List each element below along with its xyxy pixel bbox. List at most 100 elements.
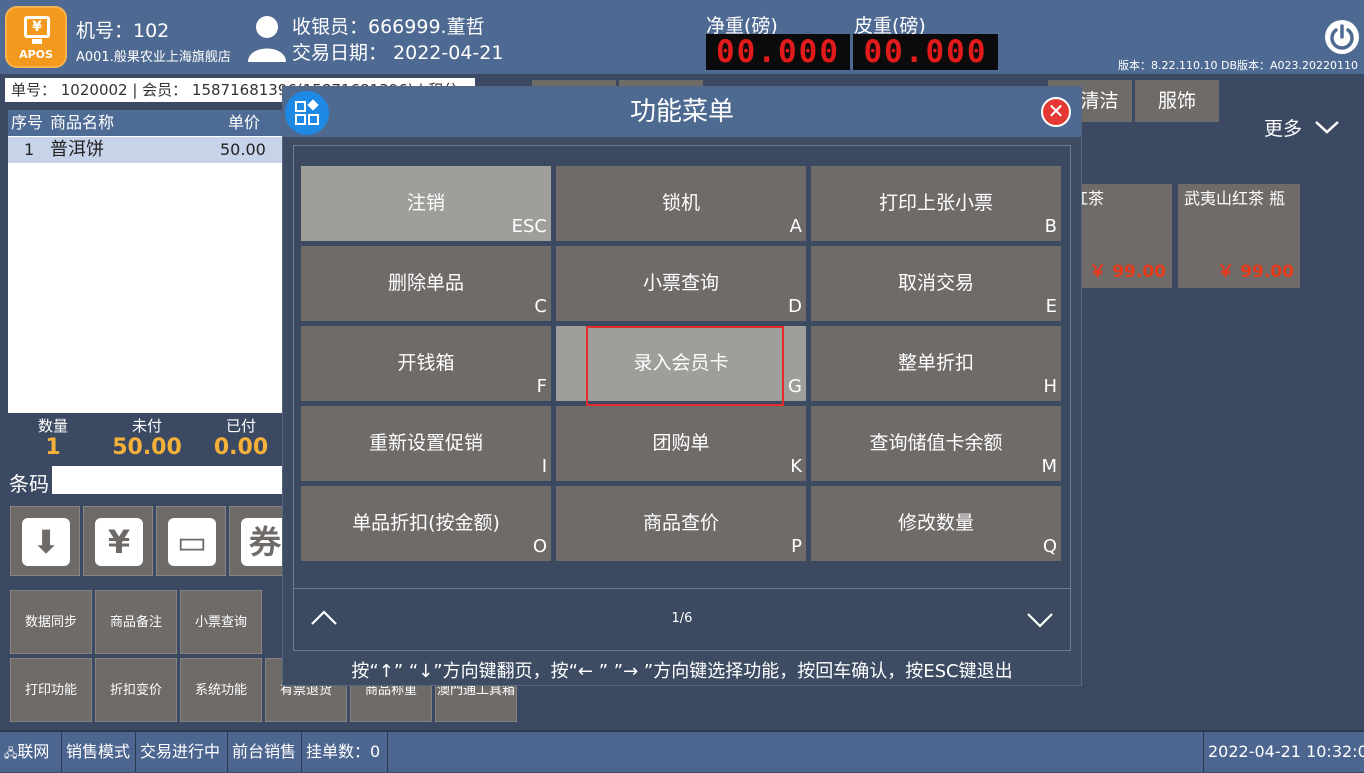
store-name: A001.般果农业上海旗舰店 [76,50,231,65]
order-table-header: 序号 商品名称 单价 [8,110,308,136]
menu-item-shortcut: G [788,376,802,397]
menu-item-shortcut: P [791,536,802,557]
apos-logo: ¥ APOS [5,6,67,68]
close-button[interactable]: ✕ [1041,97,1071,127]
more-label: 更多 [1264,118,1303,140]
logo-text: APOS [19,48,53,61]
menu-item-d[interactable]: 小票查询 D [556,246,806,321]
menu-item-label: 重新设置促销 [368,432,483,454]
menu-item-q[interactable]: 修改数量 Q [811,486,1061,561]
product-name: 武夷山红茶 瓶 [1184,189,1286,208]
menu-item-shortcut: D [788,296,802,317]
machine-number: 机号：102 [76,20,170,42]
menu-item-label: 取消交易 [897,272,974,294]
func-discount-price[interactable]: 折扣变价 [95,658,177,722]
menu-item-label: 单品折扣(按金额) [352,512,500,534]
func-receipt-query[interactable]: 小票查询 [180,590,262,654]
order-totals: 数量 1 未付 50.00 已付 0.00 [8,413,298,463]
menu-item-shortcut: C [534,296,547,317]
product-tile[interactable]: 武夷山红茶 瓶 ￥ 99.00 [1178,184,1300,288]
unpaid-label: 未付 [131,417,162,435]
yen-icon: ¥ [95,518,143,566]
network-label: 联网 [17,742,50,761]
col-price: 单价 [228,113,261,132]
status-trade-state: 交易进行中 [136,732,228,772]
menu-item-shortcut: A [789,216,802,237]
user-icon [248,16,286,62]
menu-item-label: 开钱箱 [397,352,455,374]
order-table: 1 普洱饼 50.00 [8,136,308,413]
func-product-note[interactable]: 商品备注 [95,590,177,654]
dialog-title-bar: 功能菜单 ✕ [283,87,1081,137]
menu-item-e[interactable]: 取消交易 E [811,246,1061,321]
menu-item-shortcut: K [790,456,802,477]
product-price: ￥ 99.00 [1089,262,1166,282]
qty-label: 数量 [37,417,68,435]
unpaid-value: 50.00 [112,435,182,460]
dialog-hint: 按“↑” “↓”方向键翻页，按“← ” ”→ ”方向键选择功能，按回车确认，按E… [351,661,1013,682]
menu-item-shortcut: O [532,536,547,557]
category-tab-apparel[interactable]: 服饰 [1135,80,1219,122]
menu-item-shortcut: B [1044,216,1057,237]
menu-item-h[interactable]: 整单折扣 H [811,326,1061,401]
col-index: 序号 [11,113,44,132]
menu-item-o[interactable]: 单品折扣(按金额) O [301,486,551,561]
menu-item-label: 修改数量 [897,512,974,534]
more-categories[interactable]: 更多 [1264,114,1340,141]
menu-item-k[interactable]: 团购单 K [556,406,806,481]
function-grid: 注销 ESC 锁机 A 打印上张小票 B 删除单品 C 小票查询 D 取消交易 E 开钱箱 F 录入会员卡 G… [301,166,1065,566]
tare-weight-display: 00.000 [853,34,998,70]
menu-item-esc[interactable]: 注销 ESC [301,166,551,241]
menu-item-i[interactable]: 重新设置促销 I [301,406,551,481]
qty-value: 1 [45,435,61,460]
menu-item-f[interactable]: 开钱箱 F [301,326,551,401]
chevron-down-icon[interactable] [1026,611,1054,629]
trade-date-label: 交易日期： 2022-04-21 [292,42,504,64]
menu-item-label: 商品查价 [642,512,719,534]
row-name: 普洱饼 [50,139,104,160]
status-mode: 销售模式 [62,732,136,772]
menu-item-p[interactable]: 商品查价 P [556,486,806,561]
menu-item-b[interactable]: 打印上张小票 B [811,166,1061,241]
menu-item-label: 打印上张小票 [878,192,993,214]
table-row[interactable]: 1 普洱饼 50.00 [8,137,308,163]
status-network: 🖧联网 [0,732,62,772]
menu-item-shortcut: I [541,456,547,477]
menu-item-shortcut: Q [1042,536,1057,557]
paid-label: 已付 [225,417,256,435]
col-name: 商品名称 [50,113,115,132]
barcode-input[interactable] [52,466,292,494]
barcode-label: 条码 [9,472,49,496]
monitor-stand-icon [32,39,42,44]
download-icon: ⬇ [22,518,70,566]
row-index: 1 [24,140,35,159]
network-icon: 🖧 [4,746,18,760]
page-indicator: 1/6 [671,611,693,626]
function-menu-dialog: 功能菜单 ✕ 注销 ESC 锁机 A 打印上张小票 B 删除单品 C 小票查询 D 取消交易 E 开钱箱… [282,86,1082,686]
menu-item-label: 删除单品 [387,272,464,294]
menu-item-shortcut: M [1041,456,1057,477]
pay-button-card[interactable]: ▭ [156,506,226,576]
status-hold-count: 挂单数：0 [302,732,388,772]
menu-item-label: 整单折扣 [897,352,974,374]
menu-item-a[interactable]: 锁机 A [556,166,806,241]
row-price: 50.00 [220,140,266,159]
pay-button-download[interactable]: ⬇ [10,506,80,576]
chevron-down-icon [1315,121,1339,134]
dialog-title: 功能菜单 [629,97,734,127]
func-print[interactable]: 打印功能 [10,658,92,722]
menu-item-label: 团购单 [652,432,710,454]
menu-item-shortcut: F [536,376,547,397]
func-data-sync[interactable]: 数据同步 [10,590,92,654]
power-button[interactable] [1325,20,1359,54]
menu-item-shortcut: E [1045,296,1057,317]
func-system[interactable]: 系统功能 [180,658,262,722]
status-datetime: 2022-04-21 10:32:08 [1203,732,1364,772]
product-price: ￥ 99.00 [1217,262,1294,282]
monitor-icon: ¥ [24,16,50,38]
menu-item-m[interactable]: 查询储值卡余额 M [811,406,1061,481]
menu-item-label: 锁机 [661,192,700,214]
menu-item-c[interactable]: 删除单品 C [301,246,551,321]
pay-button-cash[interactable]: ¥ [83,506,153,576]
menu-item-shortcut: H [1043,376,1057,397]
